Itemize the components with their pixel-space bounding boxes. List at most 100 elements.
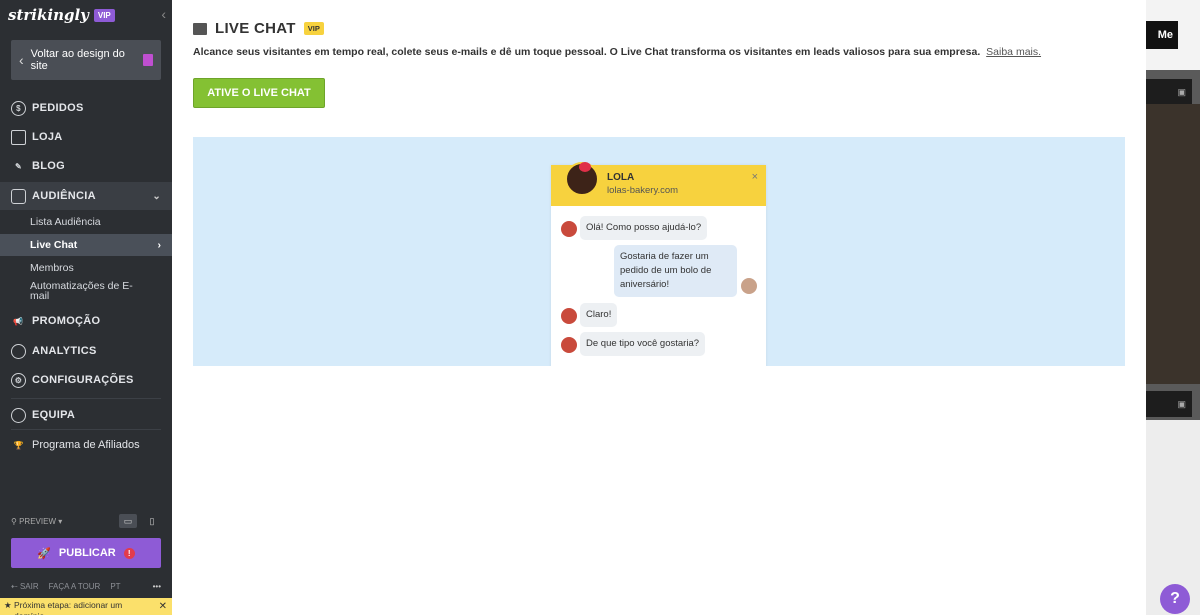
nav-item-label: CONFIGURAÇÕES <box>32 374 134 386</box>
star-icon: ★ <box>4 600 14 610</box>
chevron-right-icon: › <box>157 239 162 251</box>
tour-link[interactable]: FAÇA A TOUR <box>49 582 101 591</box>
next-step-banner[interactable]: ★ Próxima etapa: adicionar um domínio ✕ <box>0 598 172 615</box>
divider <box>11 398 161 399</box>
description: Alcance seus visitantes em tempo real, c… <box>193 46 1041 58</box>
chat-message: De que tipo você gostaria? <box>580 332 706 356</box>
preview-row: ⚲ PREVIEW ▾ ▭ ▯ <box>11 513 161 529</box>
site-hero-image <box>1146 104 1200 384</box>
warning-icon: ! <box>123 547 135 559</box>
nav-item-audiencia[interactable]: AUDIÊNCIA ⌄ <box>0 182 172 210</box>
logo-row: strikingly VIP ‹ <box>0 0 172 30</box>
nav-item-configuracoes[interactable]: ⚙ CONFIGURAÇÕES <box>0 366 172 394</box>
back-to-design-button[interactable]: ‹ Voltar ao design do site <box>11 40 161 80</box>
page-icon <box>143 54 153 66</box>
learn-more-link[interactable]: Saiba mais. <box>986 46 1041 58</box>
mobile-icon[interactable]: ▯ <box>143 514 161 528</box>
activate-live-chat-button[interactable]: ATIVE O LIVE CHAT <box>193 78 325 108</box>
avatar <box>561 221 577 237</box>
more-menu[interactable]: ••• <box>153 582 161 591</box>
exit-link[interactable]: ⇠ SAIR <box>11 582 39 591</box>
exit-label: SAIR <box>19 582 39 591</box>
avatar <box>561 337 577 353</box>
strikingly-logo[interactable]: strikingly <box>8 6 89 24</box>
site-header: Me <box>1146 0 1200 70</box>
vip-badge: VIP <box>303 22 324 35</box>
help-button[interactable]: ? <box>1160 584 1190 614</box>
sub-item-membros[interactable]: Membros <box>0 258 172 278</box>
back-to-design-label: Voltar ao design do site <box>30 48 125 72</box>
desktop-icon[interactable]: ▭ <box>119 514 137 528</box>
nav-item-equipa[interactable]: EQUIPA <box>0 401 172 429</box>
collapse-sidebar-icon[interactable]: ‹ <box>161 6 166 22</box>
nav-item-pedidos[interactable]: $ PEDIDOS <box>0 94 172 122</box>
chat-icon <box>193 22 207 35</box>
nav-item-blog[interactable]: ✎ BLOG <box>0 152 172 180</box>
chevron-down-icon: ▾ <box>56 516 63 526</box>
device-switcher: ▭ ▯ <box>119 514 161 528</box>
rocket-icon: 🚀 <box>37 547 51 560</box>
sub-item-label: Automatizações de E-mail <box>30 280 133 302</box>
nav-item-label: Programa de Afiliados <box>32 439 140 451</box>
gear-icon: ⚙ <box>11 372 26 388</box>
nav-item-label: AUDIÊNCIA <box>32 190 96 202</box>
sub-item-lista-audiencia[interactable]: Lista Audiência <box>0 212 172 232</box>
chat-message: Gostaria de fazer um pedido de um bolo d… <box>614 245 737 297</box>
store-icon <box>11 129 26 145</box>
user-avatar <box>741 278 757 294</box>
users-icon <box>11 188 26 204</box>
vip-badge: VIP <box>93 8 115 22</box>
language-link[interactable]: PT <box>110 582 120 591</box>
image-edit-icon[interactable]: ▣ <box>1146 391 1192 417</box>
site-preview-backdrop: Me ▣ ▣ ? <box>1146 0 1200 615</box>
publish-button[interactable]: 🚀 PUBLICAR ! <box>11 538 161 568</box>
nav-item-label: PEDIDOS <box>32 102 84 114</box>
sidebar: strikingly VIP ‹ ‹ Voltar ao design do s… <box>0 0 172 615</box>
nav-item-label: EQUIPA <box>32 409 76 421</box>
agent-name: LOLA <box>607 172 635 183</box>
chevron-left-icon: ‹ <box>19 52 24 68</box>
analytics-icon <box>11 343 26 359</box>
image-edit-icon[interactable]: ▣ <box>1146 79 1192 105</box>
description-text: Alcance seus visitantes em tempo real, c… <box>193 46 981 58</box>
close-icon: × <box>751 171 758 183</box>
chevron-down-icon: ⌄ <box>152 190 161 202</box>
panel-header: LIVE CHAT VIP <box>193 20 324 37</box>
nav-item-label: BLOG <box>32 160 65 172</box>
bottom-links: ⇠ SAIR FAÇA A TOUR PT ••• <box>11 582 161 591</box>
agent-url: lolas-bakery.com <box>607 185 679 196</box>
sub-item-label: Membros <box>30 262 74 274</box>
sub-item-automacoes[interactable]: Automatizações de E-mail <box>0 279 172 303</box>
page-title: LIVE CHAT <box>215 20 296 37</box>
avatar <box>565 162 599 196</box>
team-icon <box>11 407 26 423</box>
nav-item-analytics[interactable]: ANALYTICS <box>0 337 172 365</box>
trophy-icon: 🏆 <box>13 440 24 450</box>
search-icon: ⚲ <box>11 516 20 526</box>
chat-message: Olá! Como posso ajudá-lo? <box>580 216 708 240</box>
nav-item-label: LOJA <box>32 131 63 143</box>
pen-icon: ✎ <box>14 161 22 171</box>
live-chat-panel: LIVE CHAT VIP Alcance seus visitantes em… <box>172 0 1146 615</box>
nav-item-label: PROMOÇÃO <box>32 315 101 327</box>
dollar-icon: $ <box>11 100 26 116</box>
divider <box>11 429 161 430</box>
sub-item-label: Live Chat <box>30 239 78 251</box>
nav-item-label: ANALYTICS <box>32 345 97 357</box>
sub-item-label: Lista Audiência <box>30 216 101 228</box>
chat-message: Claro! <box>580 303 618 327</box>
preview-toggle[interactable]: PREVIEW <box>19 517 56 526</box>
nav-item-promocao[interactable]: 📢 PROMOÇÃO <box>0 307 172 335</box>
chat-preview: LOLA lolas-bakery.com × Olá! Como posso … <box>193 137 1125 366</box>
sub-item-live-chat[interactable]: Live Chat › <box>0 234 172 256</box>
publish-label: PUBLICAR <box>58 547 116 559</box>
site-button[interactable]: Me <box>1146 21 1178 49</box>
next-step-text: Próxima etapa: adicionar um domínio <box>13 600 123 615</box>
chat-widget-mockup: LOLA lolas-bakery.com × Olá! Como posso … <box>551 162 766 366</box>
nav-item-afiliados[interactable]: 🏆 Programa de Afiliados <box>0 431 172 459</box>
nav-item-loja[interactable]: LOJA <box>0 123 172 151</box>
close-icon[interactable]: ✕ <box>159 601 167 612</box>
megaphone-icon: 📢 <box>13 316 24 326</box>
widget-header: LOLA lolas-bakery.com × <box>551 162 766 206</box>
avatar <box>561 308 577 324</box>
